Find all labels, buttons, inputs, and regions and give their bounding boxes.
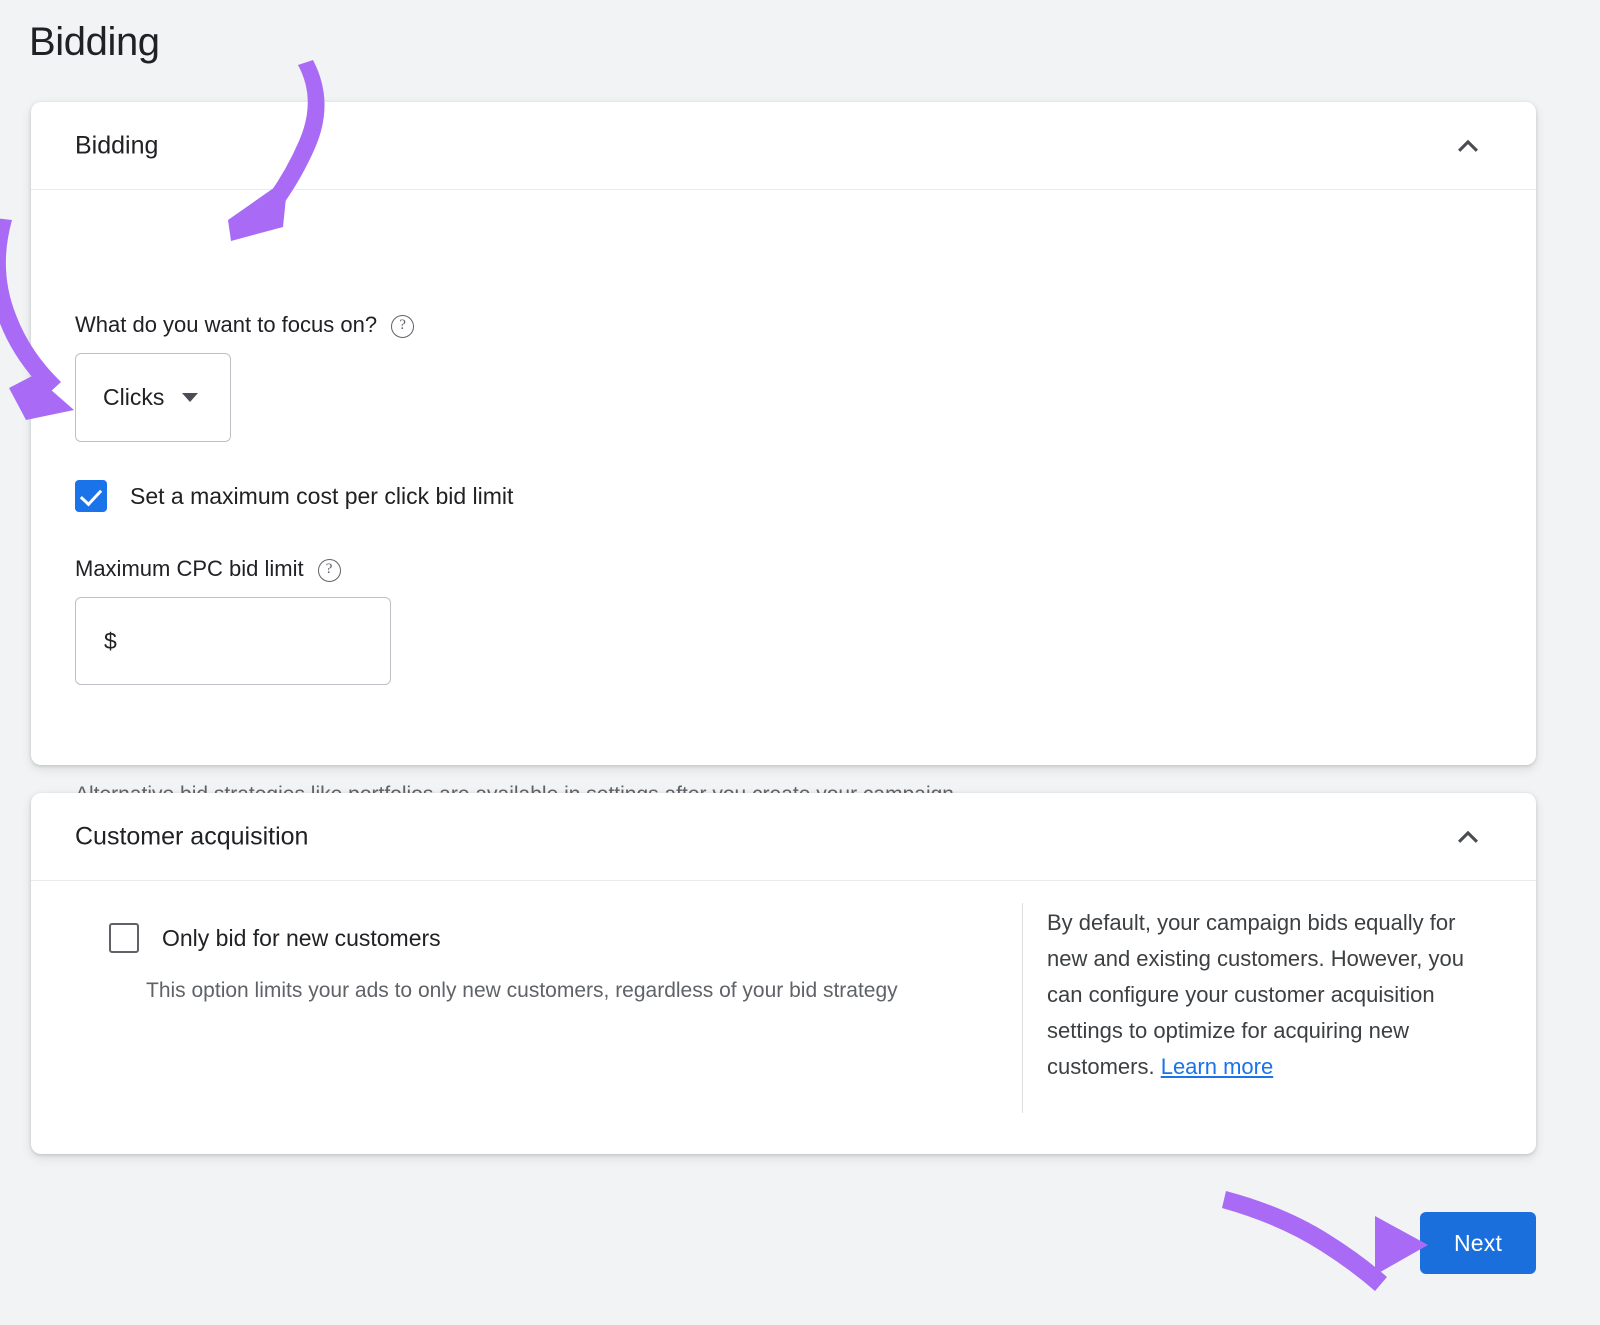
bidding-card-body: What do you want to focus on? Clicks Set… (31, 190, 1536, 806)
focus-question-text: What do you want to focus on? (75, 312, 378, 337)
max-cpc-checkbox-row[interactable]: Set a maximum cost per click bid limit (75, 480, 513, 512)
acquisition-info-text: By default, your campaign bids equally f… (1047, 905, 1477, 1085)
chevron-up-icon (1451, 129, 1485, 163)
bidding-card-header: Bidding (31, 102, 1536, 190)
focus-select-value: Clicks (103, 384, 165, 410)
bidding-card: Bidding What do you want to focus on? Cl… (31, 102, 1536, 806)
vertical-divider (1022, 903, 1023, 1113)
max-cpc-field-label-text: Maximum CPC bid limit (75, 556, 304, 581)
caret-down-icon (182, 393, 199, 402)
acquisition-card-header: Customer acquisition (31, 793, 1536, 881)
chevron-up-icon (1451, 820, 1485, 854)
acquisition-card-title: Customer acquisition (75, 822, 309, 850)
max-cpc-input[interactable] (102, 626, 364, 656)
page-title: Bidding (29, 20, 160, 64)
focus-select[interactable]: Clicks (75, 353, 231, 442)
focus-question-label: What do you want to focus on? (75, 312, 415, 338)
customer-acquisition-card: Customer acquisition Only bid for new cu… (31, 793, 1536, 1154)
new-customers-checkbox-row[interactable]: Only bid for new customers (109, 923, 441, 953)
new-customers-checkbox-label: Only bid for new customers (162, 924, 441, 951)
new-customers-checkbox[interactable] (109, 923, 139, 953)
acquisition-card-body: Only bid for new customers This option l… (31, 881, 1536, 1153)
max-cpc-checkbox-label: Set a maximum cost per click bid limit (130, 482, 514, 509)
bidding-card-title: Bidding (75, 131, 159, 159)
acquisition-collapse-button[interactable] (1448, 817, 1488, 857)
max-cpc-field-label: Maximum CPC bid limit (75, 556, 341, 582)
help-circle-icon[interactable] (391, 314, 415, 338)
next-button[interactable]: Next (1420, 1212, 1536, 1274)
bidding-collapse-button[interactable] (1448, 126, 1488, 166)
learn-more-link[interactable]: Learn more (1161, 1054, 1274, 1079)
max-cpc-checkbox[interactable] (75, 480, 107, 512)
max-cpc-input-wrapper[interactable] (75, 597, 391, 685)
new-customers-description: This option limits your ads to only new … (146, 979, 898, 1002)
help-circle-icon[interactable] (317, 558, 341, 582)
annotation-arrow-to-next (1222, 1191, 1387, 1291)
